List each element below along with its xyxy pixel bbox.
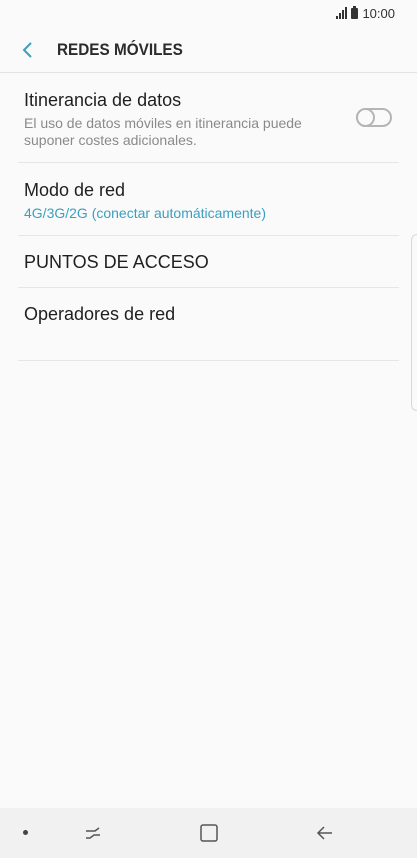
back-arrow-icon[interactable] <box>16 38 40 62</box>
battery-icon <box>351 5 359 19</box>
edge-panel-handle[interactable] <box>411 234 417 411</box>
keep-visible-dot-icon[interactable] <box>23 830 28 835</box>
access-points-title: PUNTOS DE ACCESO <box>24 252 209 272</box>
nav-back-icon[interactable] <box>314 822 336 844</box>
data-roaming-toggle[interactable] <box>356 108 392 127</box>
status-time: 10:00 <box>362 5 395 21</box>
navigation-bar <box>0 808 417 858</box>
recents-icon[interactable] <box>82 822 104 844</box>
app-header: REDES MÓVILES <box>0 26 417 72</box>
network-mode-value: 4G/3G/2G (conectar automáticamente) <box>24 205 266 221</box>
network-mode-item[interactable]: Modo de red 4G/3G/2G (conectar automátic… <box>18 163 399 236</box>
data-roaming-title: Itinerancia de datos <box>24 90 182 110</box>
data-roaming-item[interactable]: Itinerancia de datos El uso de datos móv… <box>18 73 399 163</box>
status-bar: 10:00 <box>0 0 417 26</box>
network-mode-title: Modo de red <box>24 180 126 200</box>
access-points-item[interactable]: PUNTOS DE ACCESO <box>18 236 399 288</box>
home-icon[interactable] <box>198 822 220 844</box>
page-title: REDES MÓVILES <box>57 40 183 59</box>
toggle-knob <box>356 108 375 127</box>
data-roaming-description: El uso de datos móviles en itinerancia p… <box>24 115 302 148</box>
network-operators-title: Operadores de red <box>24 304 176 324</box>
settings-list: Itinerancia de datos El uso de datos móv… <box>18 73 399 361</box>
signal-icon <box>336 7 348 19</box>
network-operators-item[interactable]: Operadores de red <box>18 288 399 361</box>
